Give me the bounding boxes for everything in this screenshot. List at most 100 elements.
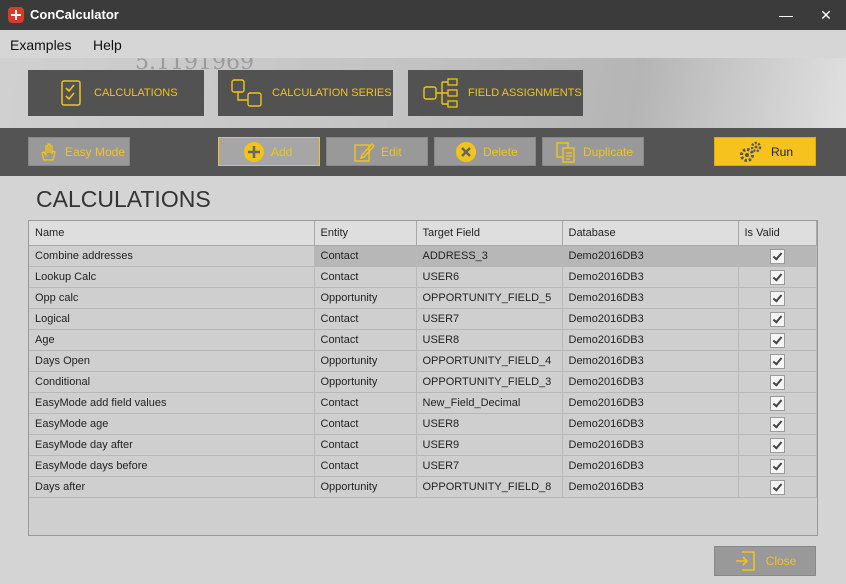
valid-checkbox[interactable] (769, 416, 785, 432)
cell-entity: Contact (314, 308, 417, 330)
table-row[interactable]: Combine addresses Contact ADDRESS_3 Demo… (29, 245, 817, 267)
toolbar: Easy Mode Add Edit Delete Duplicate Run (0, 128, 846, 176)
cell-is-valid (738, 392, 817, 414)
tab-calculation-series-label: CALCULATION SERIES (272, 87, 392, 99)
cell-name: Lookup Calc (29, 266, 315, 288)
table-row[interactable]: Days Open Opportunity OPPORTUNITY_FIELD_… (29, 350, 817, 372)
cell-target-field: USER6 (416, 266, 563, 288)
valid-checkbox[interactable] (769, 248, 785, 264)
close-window-button[interactable]: ✕ (806, 0, 846, 30)
cell-database: Demo2016DB3 (562, 455, 739, 477)
cell-target-field: ADDRESS_3 (416, 245, 563, 267)
add-button[interactable]: Add (218, 137, 320, 166)
gears-icon (740, 141, 762, 162)
valid-checkbox[interactable] (769, 269, 785, 285)
cell-is-valid (738, 455, 817, 477)
valid-checkbox[interactable] (769, 290, 785, 306)
table-row[interactable]: Lookup Calc Contact USER6 Demo2016DB3 (29, 266, 817, 288)
hand-icon (41, 142, 56, 161)
cell-target-field: USER7 (416, 308, 563, 330)
valid-checkbox[interactable] (769, 332, 785, 348)
column-header-database[interactable]: Database (562, 221, 739, 246)
table-row[interactable]: EasyMode days before Contact USER7 Demo2… (29, 455, 817, 477)
cell-is-valid (738, 476, 817, 498)
close-label: Close (765, 554, 797, 568)
cell-target-field: USER8 (416, 413, 563, 435)
cell-name: EasyMode add field values (29, 392, 315, 414)
close-button[interactable]: Close (714, 546, 816, 576)
cell-target-field: USER8 (416, 329, 563, 351)
easy-mode-label: Easy Mode (65, 144, 126, 159)
column-header-target-field[interactable]: Target Field (416, 221, 563, 246)
delete-button[interactable]: Delete (434, 137, 536, 166)
column-header-is-valid[interactable]: Is Valid (738, 221, 817, 246)
cell-database: Demo2016DB3 (562, 476, 739, 498)
table-row[interactable]: Days after Opportunity OPPORTUNITY_FIELD… (29, 476, 817, 498)
plus-circle-icon (244, 141, 264, 162)
cell-database: Demo2016DB3 (562, 413, 739, 435)
valid-checkbox[interactable] (769, 374, 785, 390)
cell-entity: Opportunity (314, 350, 417, 372)
cell-target-field: USER7 (416, 455, 563, 477)
valid-checkbox[interactable] (769, 479, 785, 495)
run-button[interactable]: Run (714, 137, 816, 166)
cell-name: EasyMode day after (29, 434, 315, 456)
cell-entity: Contact (314, 329, 417, 351)
checklist-icon (61, 80, 81, 106)
calculations-table: Name Entity Target Field Database Is Val… (29, 221, 817, 498)
cell-target-field: OPPORTUNITY_FIELD_8 (416, 476, 563, 498)
table-row[interactable]: Conditional Opportunity OPPORTUNITY_FIEL… (29, 371, 817, 393)
table-row[interactable]: Opp calc Opportunity OPPORTUNITY_FIELD_5… (29, 287, 817, 309)
cell-target-field: OPPORTUNITY_FIELD_5 (416, 287, 563, 309)
cell-entity: Contact (314, 455, 417, 477)
valid-checkbox[interactable] (769, 437, 785, 453)
menu-help[interactable]: Help (93, 37, 122, 53)
duplicate-icon (556, 141, 575, 163)
window-title: ConCalculator (30, 7, 119, 22)
cell-entity: Contact (314, 413, 417, 435)
table-row[interactable]: EasyMode add field values Contact New_Fi… (29, 392, 817, 414)
cell-name: EasyMode age (29, 413, 315, 435)
cell-is-valid (738, 413, 817, 435)
valid-checkbox[interactable] (769, 353, 785, 369)
easy-mode-button[interactable]: Easy Mode (28, 137, 130, 166)
minimize-button[interactable]: — (766, 0, 806, 30)
series-icon (231, 79, 262, 107)
cell-target-field: USER9 (416, 434, 563, 456)
cell-name: EasyMode days before (29, 455, 315, 477)
cell-is-valid (738, 434, 817, 456)
cell-is-valid (738, 287, 817, 309)
cell-database: Demo2016DB3 (562, 266, 739, 288)
cell-entity: Opportunity (314, 476, 417, 498)
valid-checkbox[interactable] (769, 458, 785, 474)
table-row[interactable]: EasyMode age Contact USER8 Demo2016DB3 (29, 413, 817, 435)
column-header-name[interactable]: Name (29, 221, 315, 246)
tab-field-assignments[interactable]: FIELD ASSIGNMENTS (408, 70, 583, 116)
page-title: CALCULATIONS (36, 186, 211, 212)
field-tree-icon (423, 78, 458, 108)
cell-target-field: New_Field_Decimal (416, 392, 563, 414)
cell-database: Demo2016DB3 (562, 392, 739, 414)
table-row[interactable]: EasyMode day after Contact USER9 Demo201… (29, 434, 817, 456)
cell-is-valid (738, 308, 817, 330)
cell-name: Age (29, 329, 315, 351)
table-header-row: Name Entity Target Field Database Is Val… (29, 221, 817, 246)
menu-examples[interactable]: Examples (10, 37, 71, 53)
cell-name: Conditional (29, 371, 315, 393)
table-row[interactable]: Age Contact USER8 Demo2016DB3 (29, 329, 817, 351)
tab-calculations[interactable]: CALCULATIONS (28, 70, 204, 116)
edit-button[interactable]: Edit (326, 137, 428, 166)
cell-target-field: OPPORTUNITY_FIELD_3 (416, 371, 563, 393)
cell-is-valid (738, 245, 817, 267)
cell-database: Demo2016DB3 (562, 329, 739, 351)
valid-checkbox[interactable] (769, 395, 785, 411)
tab-calculation-series[interactable]: CALCULATION SERIES (218, 70, 393, 116)
column-header-entity[interactable]: Entity (314, 221, 417, 246)
tab-calculations-label: CALCULATIONS (94, 87, 178, 99)
edit-icon (354, 142, 375, 162)
cell-database: Demo2016DB3 (562, 434, 739, 456)
table-row[interactable]: Logical Contact USER7 Demo2016DB3 (29, 308, 817, 330)
valid-checkbox[interactable] (769, 311, 785, 327)
cell-name: Days after (29, 476, 315, 498)
duplicate-button[interactable]: Duplicate (542, 137, 644, 166)
